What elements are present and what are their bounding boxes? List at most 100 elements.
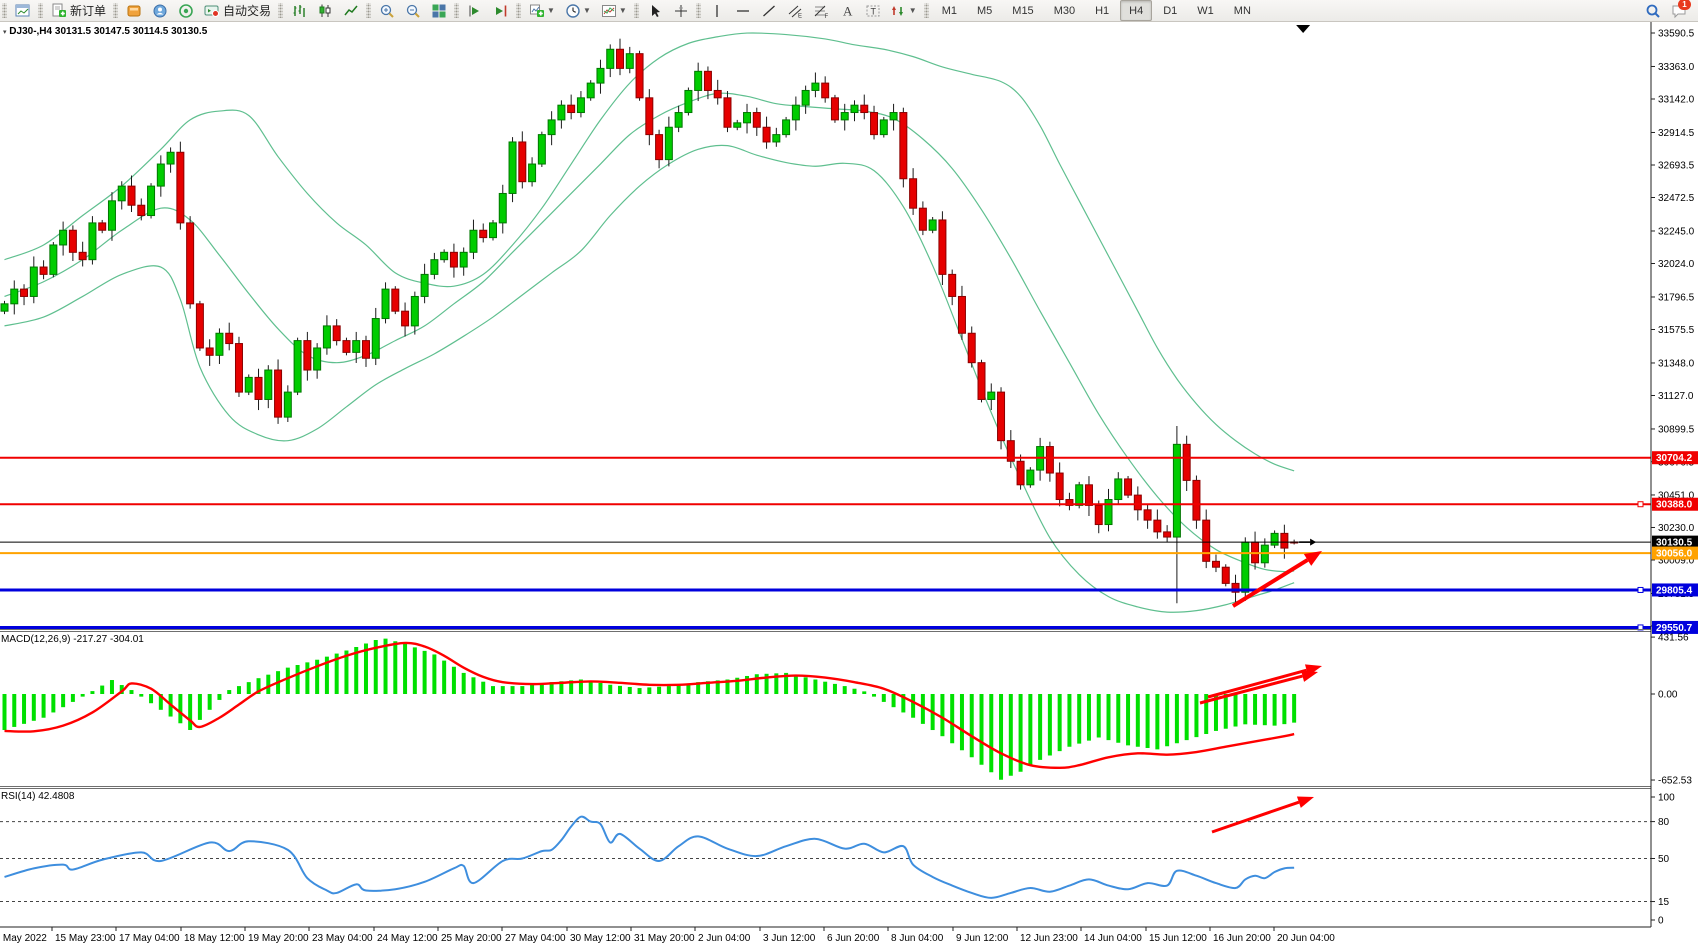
- chart-window[interactable]: ▾ DJ30-,H4 30131.5 30147.5 30114.5 30130…: [0, 22, 1698, 944]
- svg-text:T: T: [870, 6, 876, 16]
- pane-separators[interactable]: [0, 22, 1651, 927]
- arrows-button[interactable]: ▼: [887, 0, 921, 21]
- chevron-down-icon[interactable]: ▼: [583, 6, 591, 15]
- tf-mn-button[interactable]: MN: [1225, 0, 1260, 21]
- candle: [1056, 473, 1063, 499]
- candle: [792, 105, 799, 120]
- toolbar-grip[interactable]: [924, 3, 929, 18]
- tile-windows-button[interactable]: [427, 0, 451, 21]
- notifications-button[interactable]: 1: [1667, 0, 1691, 21]
- candle: [99, 223, 106, 230]
- candlestick-button[interactable]: [313, 0, 337, 21]
- mql5-community-icon[interactable]: [148, 0, 172, 21]
- macd-pane: [5, 639, 1295, 780]
- periods-button-glyph: [565, 3, 581, 19]
- cursor-button[interactable]: [643, 0, 667, 21]
- chevron-down-icon[interactable]: ▼: [909, 6, 917, 15]
- bar-chart-button[interactable]: [287, 0, 311, 21]
- tf-m30-button-label: M30: [1049, 5, 1080, 17]
- candle: [1095, 505, 1102, 524]
- candle: [333, 326, 340, 341]
- new-order-button-glyph: [51, 3, 67, 19]
- mql5-community-icon-glyph: [152, 3, 168, 19]
- templates-button-glyph: [601, 3, 617, 19]
- candle: [548, 120, 555, 135]
- text-label-button[interactable]: T: [861, 0, 885, 21]
- toolbar-grip[interactable]: [113, 3, 118, 18]
- chevron-down-icon[interactable]: ▼: [547, 6, 555, 15]
- candle: [1212, 561, 1219, 567]
- tf-d1-button[interactable]: D1: [1154, 0, 1186, 21]
- candle: [773, 135, 780, 142]
- time-tick-label: 15 May 23:00: [55, 933, 116, 944]
- candle: [714, 90, 721, 97]
- time-tick-label: 24 May 12:00: [377, 933, 438, 944]
- time-tick-label: 8 Jun 04:00: [891, 933, 944, 944]
- trendline-button-glyph: [761, 3, 777, 19]
- tf-h4-button[interactable]: H4: [1120, 0, 1152, 21]
- toolbar-grip[interactable]: [696, 3, 701, 18]
- candle: [646, 98, 653, 135]
- trendline-button[interactable]: [757, 0, 781, 21]
- time-tick-label: 19 May 20:00: [248, 933, 309, 944]
- toolbar-grip[interactable]: [516, 3, 521, 18]
- candle: [1017, 461, 1024, 485]
- chart-shift-button[interactable]: [489, 0, 513, 21]
- zoom-in-button[interactable]: [375, 0, 399, 21]
- tf-m5-button[interactable]: M5: [968, 0, 1001, 21]
- signals-icon[interactable]: [174, 0, 198, 21]
- candle: [187, 223, 194, 304]
- chart-window-icon[interactable]: [11, 0, 35, 21]
- tf-m15-button-label: M15: [1007, 5, 1038, 17]
- horizontal-line-button[interactable]: [731, 0, 755, 21]
- crosshair-button[interactable]: [669, 0, 693, 21]
- macd-scale-label: 0.00: [1658, 690, 1678, 701]
- toolbar-grip[interactable]: [634, 3, 639, 18]
- toolbar-grip[interactable]: [278, 3, 283, 18]
- candle: [1203, 520, 1210, 561]
- auto-scroll-button[interactable]: [463, 0, 487, 21]
- toolbar-grip[interactable]: [38, 3, 43, 18]
- zoom-out-button[interactable]: [401, 0, 425, 21]
- tf-h1-button[interactable]: H1: [1086, 0, 1118, 21]
- arrows-button-glyph: [891, 3, 907, 19]
- candle: [1085, 485, 1092, 506]
- chart-canvas[interactable]: 33590.533363.033142.032914.532693.532472…: [0, 22, 1698, 944]
- autotrading-button[interactable]: 自动交易: [200, 0, 275, 21]
- toolbar-grip[interactable]: [366, 3, 371, 18]
- candle: [998, 392, 1005, 441]
- line-chart-button[interactable]: [339, 0, 363, 21]
- trend-arrows[interactable]: [1200, 551, 1322, 832]
- templates-button[interactable]: ▼: [597, 0, 631, 21]
- toolbar-grip[interactable]: [454, 3, 459, 18]
- candle: [597, 68, 604, 83]
- toolbar-grip[interactable]: [2, 3, 7, 18]
- candle: [79, 252, 86, 259]
- text-button-glyph: A: [839, 3, 855, 19]
- candle: [910, 179, 917, 208]
- tf-m1-button[interactable]: M1: [933, 0, 966, 21]
- tf-w1-button[interactable]: W1: [1188, 0, 1223, 21]
- fibonacci-button[interactable]: F: [809, 0, 833, 21]
- periods-button[interactable]: ▼: [561, 0, 595, 21]
- tf-m30-button[interactable]: M30: [1045, 0, 1084, 21]
- vertical-line-button[interactable]: [705, 0, 729, 21]
- mql5-market-icon[interactable]: [122, 0, 146, 21]
- chevron-down-icon[interactable]: ▼: [619, 6, 627, 15]
- time-tick-label: 15 Jun 12:00: [1149, 933, 1207, 944]
- equidistant-channel-button[interactable]: E: [783, 0, 807, 21]
- candle: [1183, 444, 1190, 480]
- price-axis[interactable]: 33590.533363.033142.032914.532693.532472…: [1651, 29, 1698, 927]
- candle: [577, 98, 584, 113]
- price-chip-label: 30388.0: [1656, 500, 1693, 511]
- new-order-button[interactable]: 新订单: [47, 0, 110, 21]
- tf-m15-button[interactable]: M15: [1003, 0, 1042, 21]
- candle: [929, 220, 936, 230]
- candle: [108, 201, 115, 230]
- candle: [519, 142, 526, 182]
- indicators-button[interactable]: ▼: [525, 0, 559, 21]
- horizontal-level-lines[interactable]: [0, 458, 1651, 630]
- search-button[interactable]: [1641, 0, 1665, 21]
- text-button[interactable]: A: [835, 0, 859, 21]
- time-axis[interactable]: 13 May 202215 May 23:0017 May 04:0018 Ma…: [0, 927, 1335, 944]
